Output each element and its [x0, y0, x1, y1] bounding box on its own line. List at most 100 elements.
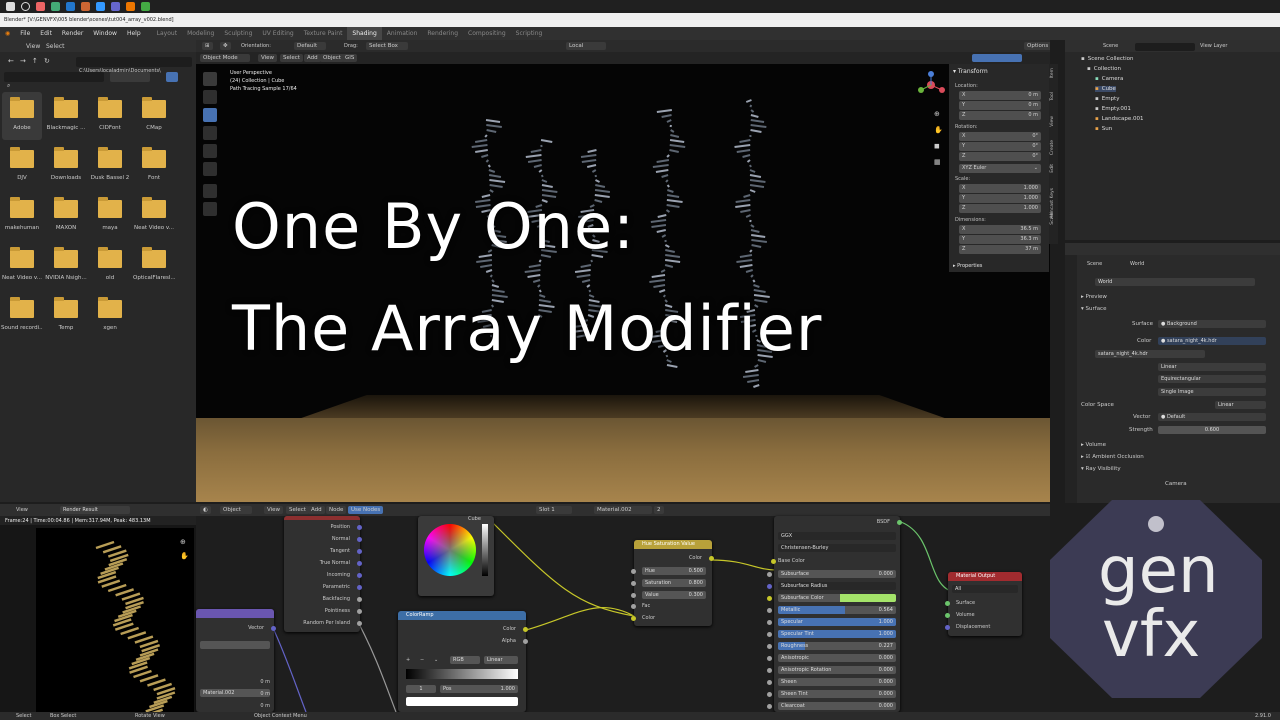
folder-item[interactable]: NVIDIA Nsigh... [45, 247, 87, 281]
geometry-node[interactable]: Position Normal Tangent True Normal Incoming… [284, 516, 362, 632]
parent-dir-icon[interactable]: ↑ [32, 57, 38, 65]
menu-render[interactable]: Render [57, 30, 88, 37]
dimensions-1-field[interactable]: Y 36.3 m [959, 235, 1041, 244]
bsdf-input-socket[interactable] [767, 704, 772, 709]
ray-visibility-panel[interactable]: ▾ Ray Visibility [1081, 466, 1121, 472]
folder-item[interactable]: Adobe [1, 97, 43, 131]
app-icon[interactable] [96, 2, 105, 11]
tab-compositing[interactable]: Compositing [463, 27, 511, 40]
world-datablock[interactable]: World [1095, 278, 1255, 286]
rotation-0-field[interactable]: X 0° [959, 132, 1041, 141]
strength-slider[interactable]: 0.600 [1158, 426, 1266, 434]
tab-texture-paint[interactable]: Texture Paint [299, 27, 348, 40]
bsdf-output-socket[interactable] [897, 520, 902, 525]
outliner-row[interactable]: ▪ Empty [1095, 96, 1119, 102]
fb-menu-select[interactable]: Select [46, 43, 65, 50]
folder-item[interactable]: MAXON [45, 197, 87, 231]
hsv-field[interactable]: Saturation 0.800 [631, 579, 706, 587]
location-1-field[interactable]: Y 0 m [959, 101, 1041, 110]
zoom-icon[interactable]: ⊕ [934, 110, 940, 118]
npanel-tab[interactable]: View [1050, 116, 1055, 127]
value-slider[interactable] [482, 524, 488, 576]
cr-stop-index[interactable]: 1 [406, 685, 436, 693]
menu-help[interactable]: Help [122, 30, 146, 37]
cr-mode-dropdown[interactable]: RGB [450, 656, 480, 664]
transform-tool-icon[interactable] [203, 162, 217, 176]
use-nodes-checkbox[interactable]: Use Nodes [348, 506, 384, 514]
bsdf-field[interactable]: Specular Tint 1.000 [778, 630, 896, 638]
geometry-output-socket[interactable] [357, 561, 362, 566]
cr-alpha-socket[interactable] [523, 639, 528, 644]
folder-item[interactable]: xgen [89, 297, 131, 331]
properties-panel-header[interactable]: ▸ Properties [953, 263, 982, 269]
view-layer-name[interactable]: View Layer [1200, 43, 1227, 49]
cr-stop-color[interactable] [406, 697, 518, 706]
npanel-tab[interactable]: Item [1050, 68, 1055, 78]
blender-logo-icon[interactable]: ◉ [0, 30, 15, 37]
distribution-dropdown[interactable]: GGX [778, 532, 896, 540]
bsdf-field[interactable]: Anisotropic 0.000 [778, 654, 896, 662]
texture-coordinate-node[interactable]: Vector Material.002 0 m 0 m 0 m [196, 609, 276, 712]
app-icon[interactable] [51, 2, 60, 11]
fb-menu-view[interactable]: View [26, 43, 40, 50]
tab-uv-editing[interactable]: UV Editing [257, 27, 298, 40]
editor-type-icon[interactable]: ◐ [200, 506, 211, 514]
search-icon[interactable] [21, 2, 30, 11]
folder-item[interactable]: Font [133, 147, 175, 181]
outliner-row[interactable]: ▪ Sun [1095, 126, 1112, 132]
outliner-row[interactable]: ▪ Collection [1087, 66, 1121, 72]
app-icon[interactable] [66, 2, 75, 11]
annotate-tool-icon[interactable] [203, 184, 217, 198]
dimensions-2-field[interactable]: Z 37 m [959, 245, 1041, 254]
folder-item[interactable]: Sound recordi... [1, 297, 43, 331]
bsdf-input-socket[interactable] [767, 584, 772, 589]
app-icon[interactable] [126, 2, 135, 11]
color-texture-field[interactable]: ● satara_night_4k.hdr [1158, 337, 1266, 345]
app-icon[interactable] [81, 2, 90, 11]
rotation-2-field[interactable]: Z 0° [959, 152, 1041, 161]
tc-dropdown[interactable] [200, 641, 270, 649]
ne-menu-node[interactable]: Node [326, 506, 347, 514]
folder-item[interactable]: Neat Video v... [1, 247, 43, 281]
output-surface-socket[interactable] [945, 601, 950, 606]
back-arrow-icon[interactable]: ← [8, 57, 14, 65]
bsdf-field[interactable]: Specular 1.000 [778, 618, 896, 626]
folder-item[interactable]: CIDFont [89, 97, 131, 131]
hsv-fac-socket[interactable] [631, 604, 636, 609]
output-target-dropdown[interactable]: All [952, 585, 1018, 593]
image-menu-view[interactable]: View [16, 507, 28, 513]
folder-item[interactable]: OpticalFlaresl... [133, 247, 175, 281]
colorspace-dropdown[interactable]: Linear [1215, 401, 1266, 409]
app-icon[interactable] [141, 2, 150, 11]
move-tool-icon[interactable] [203, 108, 217, 122]
camera-visibility-checkbox[interactable]: Camera [1165, 481, 1187, 487]
bsdf-input-socket[interactable] [767, 632, 772, 637]
hsv-input-socket[interactable] [631, 593, 636, 598]
folder-item[interactable]: Dusk Bassel 2 [89, 147, 131, 181]
location-0-field[interactable]: X 0 m [959, 91, 1041, 100]
bsdf-input-socket[interactable] [767, 656, 772, 661]
folder-item[interactable]: DJV [1, 147, 43, 181]
refresh-icon[interactable]: ↻ [44, 57, 50, 65]
image-datablock[interactable]: satara_night_4k.hdr [1095, 350, 1205, 358]
output-displacement-socket[interactable] [945, 625, 950, 630]
menu-edit[interactable]: Edit [35, 30, 57, 37]
app-icon[interactable] [111, 2, 120, 11]
forward-arrow-icon[interactable]: → [20, 57, 26, 65]
material-output-node[interactable]: Material Output All Surface Volume Displ… [945, 572, 1022, 636]
cursor-tool-icon[interactable] [203, 90, 217, 104]
volume-panel[interactable]: ▸ Volume [1081, 442, 1106, 448]
cr-add-button[interactable]: + [406, 657, 410, 663]
material-datablock[interactable]: Material.002 [594, 506, 652, 514]
hue-saturation-value-node[interactable]: Hue Saturation Value Color Hue 0.500 Satur… [631, 540, 714, 626]
rotation-1-field[interactable]: Y 0° [959, 142, 1041, 151]
filter-icon[interactable] [166, 72, 178, 82]
menu-window[interactable]: Window [88, 30, 122, 37]
outliner-search-input[interactable] [1135, 43, 1195, 51]
scale-0-field[interactable]: X 1.000 [959, 184, 1041, 193]
select-tool-icon[interactable] [203, 72, 217, 86]
bsdf-input-socket[interactable] [767, 644, 772, 649]
tab-sculpting[interactable]: Sculpting [219, 27, 257, 40]
ne-menu-view[interactable]: View [264, 506, 284, 514]
bsdf-field[interactable]: Subsurface Radius [778, 582, 896, 590]
